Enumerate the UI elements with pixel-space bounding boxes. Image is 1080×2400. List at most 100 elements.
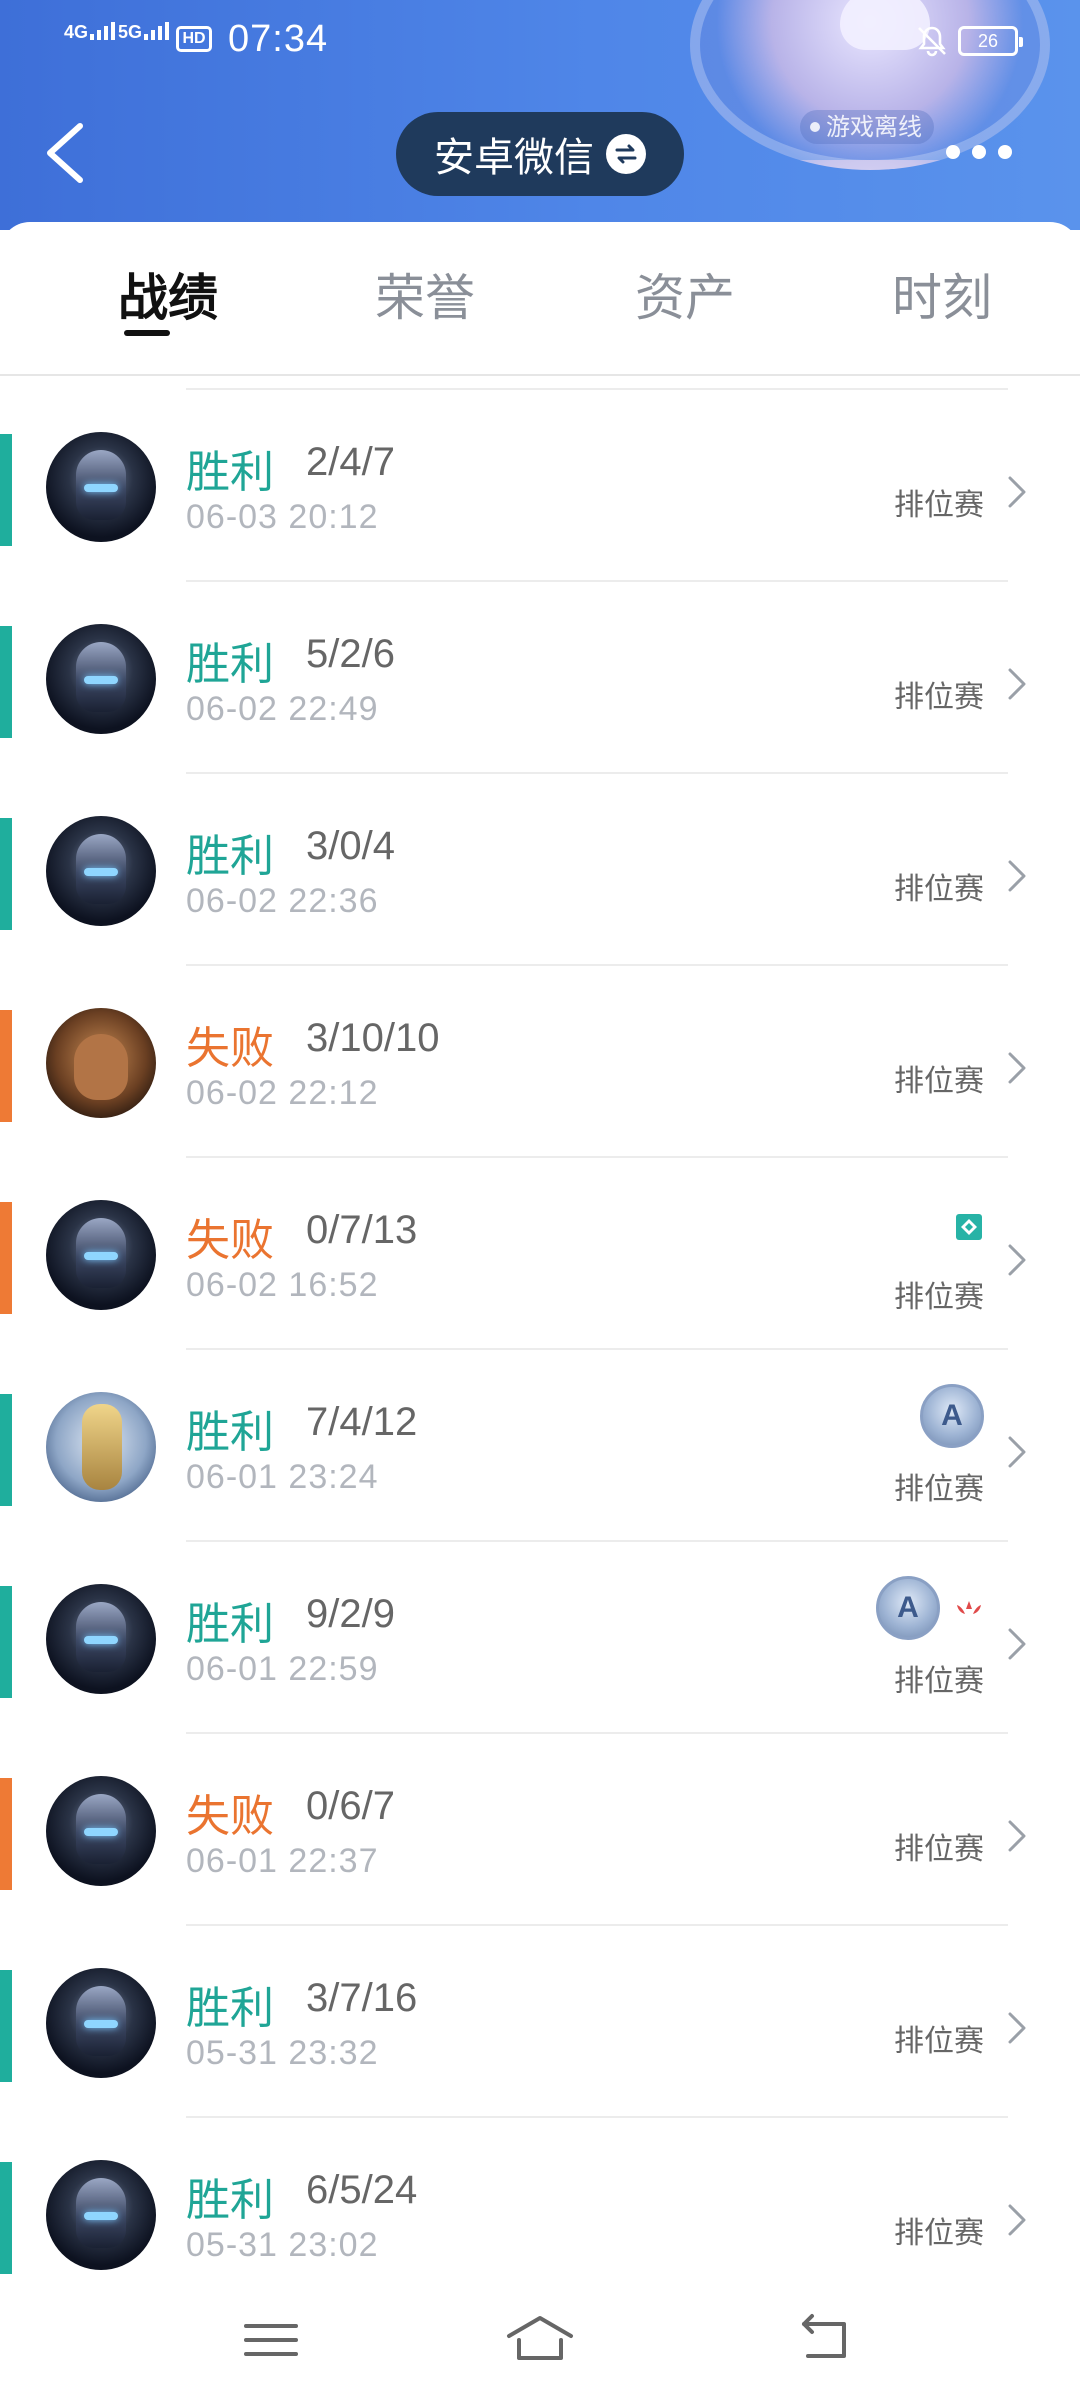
match-kda: 9/2/9 [306,1592,395,1636]
match-mode: 排位赛 [894,2024,984,2059]
match-time: 06-03 20:12 [186,498,379,536]
match-mode: 排位赛 [894,1064,984,1099]
network-4g-indicator: 4G [64,22,116,43]
match-kda: 6/5/24 [306,2168,418,2212]
hero-avatar [46,432,156,542]
match-result: 胜利 [186,1599,274,1650]
match-time: 06-02 22:12 [186,1074,379,1112]
account-switcher-button[interactable]: 安卓微信 [396,112,684,196]
match-row[interactable]: 胜利 3/0/4 06-02 22:36 排位赛 [0,774,1080,966]
match-row[interactable]: 失败 0/7/13 06-02 16:52 排位赛 [0,1158,1080,1350]
chevron-right-icon [1008,1820,1026,1852]
match-time: 06-01 23:24 [186,1458,379,1496]
match-result: 失败 [186,1023,274,1074]
result-stripe [0,818,12,930]
match-mode: 排位赛 [894,1832,984,1867]
match-badges: A [920,1384,984,1448]
chevron-right-icon [1008,1244,1026,1276]
match-time: 06-02 22:36 [186,882,379,920]
home-icon[interactable] [505,2310,575,2370]
status-clock: 07:34 [228,18,329,60]
match-kda: 2/4/7 [306,440,395,484]
chevron-right-icon [1008,668,1026,700]
tab-honor[interactable]: 荣誉 [325,258,525,330]
match-kda: 0/7/13 [306,1208,418,1252]
match-kda: 5/2/6 [306,632,395,676]
match-kda: 3/10/10 [306,1016,440,1060]
back-icon[interactable] [790,2310,860,2370]
match-kda: 3/0/4 [306,824,395,868]
match-mode: 排位赛 [894,1280,984,1315]
hero-avatar [46,624,156,734]
hero-avatar [46,1200,156,1310]
match-result: 胜利 [186,1983,274,2034]
diamond-badge-icon [956,1214,982,1240]
chevron-right-icon [1008,2204,1026,2236]
hd-voice-icon: HD [176,26,212,52]
chevron-right-icon [1008,476,1026,508]
match-time: 06-02 16:52 [186,1266,379,1304]
chevron-right-icon [1008,860,1026,892]
match-result: 失败 [186,1215,274,1266]
hero-avatar [46,2160,156,2270]
match-row[interactable]: 胜利 9/2/9 06-01 22:59 A 排位赛 [0,1542,1080,1734]
menu-icon[interactable] [236,2310,306,2370]
match-result: 胜利 [186,2175,274,2226]
result-stripe [0,2162,12,2274]
match-result: 失败 [186,1791,274,1842]
tab-bar: 战绩 荣誉 资产 时刻 [0,222,1080,376]
match-result: 胜利 [186,639,274,690]
chevron-right-icon [1008,2012,1026,2044]
account-name: 安卓微信 [434,135,594,181]
result-stripe [0,1586,12,1698]
match-kda: 7/4/12 [306,1400,418,1444]
result-stripe [0,1970,12,2082]
match-kda: 0/6/7 [306,1784,395,1828]
status-dot-icon [810,122,820,132]
tab-assets[interactable]: 资产 [585,258,785,330]
match-row[interactable]: 胜利 5/2/6 06-02 22:49 排位赛 [0,582,1080,774]
notifications-off-icon [918,26,946,57]
match-row[interactable]: 胜利 7/4/12 06-01 23:24 A 排位赛 [0,1350,1080,1542]
match-row[interactable]: 胜利 2/4/7 06-03 20:12 排位赛 [0,390,1080,582]
hero-avatar [46,1008,156,1118]
match-mode: 排位赛 [894,872,984,907]
result-stripe [0,1202,12,1314]
game-status-badge: 游戏离线 [800,110,934,144]
match-row[interactable]: 失败 0/6/7 06-01 22:37 排位赛 [0,1734,1080,1926]
hero-avatar [46,1776,156,1886]
hero-avatar [46,1968,156,2078]
result-stripe [0,626,12,738]
match-time: 06-01 22:37 [186,1842,379,1880]
tab-record[interactable]: 战绩 [68,258,268,330]
hero-avatar [46,1584,156,1694]
system-nav-bar [0,2280,1080,2400]
match-row[interactable]: 失败 3/10/10 06-02 22:12 排位赛 [0,966,1080,1158]
match-mode: 排位赛 [894,2216,984,2251]
match-mode: 排位赛 [894,488,984,523]
chevron-right-icon [1008,1628,1026,1660]
match-result: 胜利 [186,831,274,882]
result-stripe [0,1394,12,1506]
mvp-wings-icon [957,1601,981,1614]
result-stripe [0,1010,12,1122]
match-mode: 排位赛 [894,1664,984,1699]
chevron-right-icon [1008,1436,1026,1468]
match-result: 胜利 [186,1407,274,1458]
more-options-icon[interactable] [946,140,1016,164]
switch-account-icon [606,134,646,174]
tab-moments[interactable]: 时刻 [842,258,1042,330]
active-tab-indicator [124,330,170,336]
hero-avatar [46,1392,156,1502]
match-row[interactable]: 胜利 3/7/16 05-31 23:32 排位赛 [0,1926,1080,2118]
network-5g-indicator: 5G [118,22,170,43]
match-result: 胜利 [186,447,274,498]
match-time: 06-02 22:49 [186,690,379,728]
match-mode: 排位赛 [894,1472,984,1507]
back-arrow-icon[interactable] [36,118,96,188]
match-time: 06-01 22:59 [186,1650,379,1688]
match-time: 05-31 23:02 [186,2226,379,2264]
match-badges: A [876,1576,984,1640]
result-stripe [0,434,12,546]
status-bar: 4G 5G HD 07:34 26 [0,0,1080,86]
